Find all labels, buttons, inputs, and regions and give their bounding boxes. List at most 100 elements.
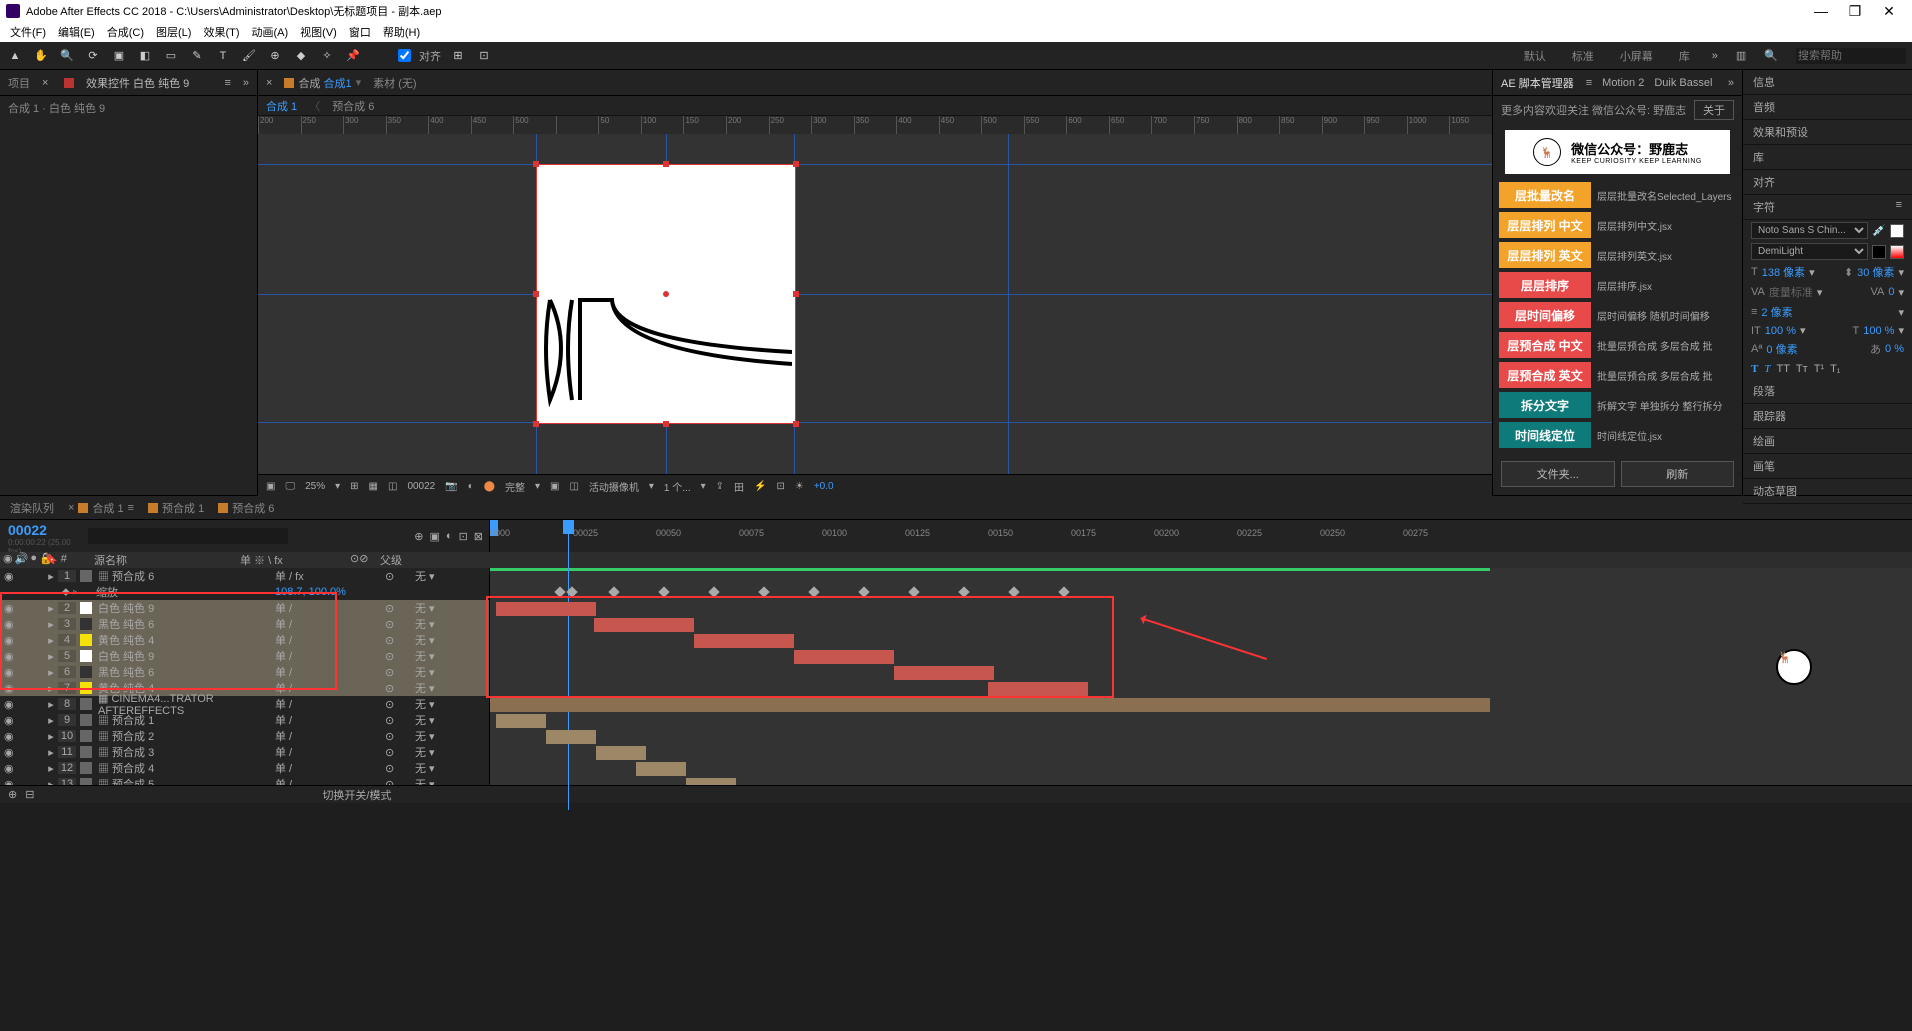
section-info[interactable]: 信息 (1743, 70, 1912, 95)
eraser-tool-icon[interactable]: ◆ (292, 47, 310, 65)
section-brush[interactable]: 画笔 (1743, 454, 1912, 479)
puppet-tool-icon[interactable]: 📌 (344, 47, 362, 65)
panel-icon[interactable]: ▥ (1736, 49, 1746, 62)
section-tracker[interactable]: 跟踪器 (1743, 404, 1912, 429)
timecode-icon[interactable]: ⊡ (776, 481, 784, 492)
font-family-select[interactable]: Noto Sans S Chin... (1751, 222, 1868, 239)
camera-dropdown[interactable]: 活动摄像机 (589, 479, 639, 494)
section-align[interactable]: 对齐 (1743, 170, 1912, 195)
timeline-layer[interactable]: ◉▸1▦ 预合成 6单 / fx⊙无 ▾ (0, 568, 489, 584)
orbit-tool-icon[interactable]: ⟳ (84, 47, 102, 65)
res-icon[interactable]: ▣ (266, 481, 275, 492)
script-row[interactable]: 层层排列 英文层层排列英文.jsx (1499, 240, 1736, 270)
script-row[interactable]: 层预合成 英文批量层预合成 多层合成 批 (1499, 360, 1736, 390)
panel-menu-icon[interactable]: ≡ (224, 77, 230, 89)
channel-icon[interactable]: ◐ (468, 481, 474, 492)
script-row[interactable]: 层批量改名层层批量改名Selected_Layers (1499, 180, 1736, 210)
fast-icon[interactable]: ⚡ (754, 481, 766, 492)
menu-item[interactable]: 窗口 (343, 24, 377, 40)
tl-tool-icon[interactable]: ⊡ (459, 530, 468, 543)
section-paint[interactable]: 绘画 (1743, 429, 1912, 454)
italic-button[interactable]: T (1764, 363, 1770, 375)
zoom-tool-icon[interactable]: 🔍 (58, 47, 76, 65)
menu-item[interactable]: 文件(F) (4, 24, 52, 40)
hscale[interactable]: 100 % (1863, 325, 1894, 337)
timeline-bars[interactable]: 🦌 (490, 568, 1912, 785)
current-frame[interactable]: 00022 (407, 481, 435, 492)
timeline-ruler[interactable]: 0000000250005000075001000012500150001750… (490, 520, 1912, 552)
timeline-layer[interactable]: ◉▸13▦ 预合成 5单 /⊙无 ▾ (0, 776, 489, 785)
script-badge[interactable]: 层预合成 英文 (1499, 362, 1591, 388)
tracking[interactable]: 0 (1888, 286, 1894, 298)
menu-item[interactable]: 帮助(H) (377, 24, 426, 40)
section-paragraph[interactable]: 段落 (1743, 379, 1912, 404)
timeline-layer[interactable]: ◉▸3黑色 纯色 6单 /⊙无 ▾ (0, 616, 489, 632)
script-row[interactable]: 层层排序层层排序.jsx (1499, 270, 1736, 300)
roto-tool-icon[interactable]: ✧ (318, 47, 336, 65)
timeline-layer[interactable]: ◉▸5白色 纯色 9单 /⊙无 ▾ (0, 648, 489, 664)
stroke-swatch[interactable] (1872, 245, 1886, 259)
script-badge[interactable]: 层层排序 (1499, 272, 1591, 298)
breadcrumb-comp[interactable]: 合成 1 (266, 98, 297, 114)
tab-project[interactable]: 项目 (8, 75, 30, 91)
hand-tool-icon[interactable]: ✋ (32, 47, 50, 65)
script-row[interactable]: 拆分文字拆解文字 单独拆分 整行拆分 (1499, 390, 1736, 420)
tab-motion2[interactable]: Motion 2 (1602, 77, 1644, 89)
menu-item[interactable]: 合成(C) (101, 24, 150, 40)
tl-tool-icon[interactable]: ⊠ (474, 530, 483, 543)
section-effects[interactable]: 效果和预设 (1743, 120, 1912, 145)
timeline-layer[interactable]: ◉▸2白色 纯色 9单 /⊙无 ▾ (0, 600, 489, 616)
timeline-layer[interactable]: ◉▸4黄色 纯色 4单 /⊙无 ▾ (0, 632, 489, 648)
font-size[interactable]: 138 像素 (1762, 264, 1805, 280)
rect-tool-icon[interactable]: ▭ (162, 47, 180, 65)
tl-tool-icon[interactable]: ▣ (430, 530, 440, 543)
tsume[interactable]: 0 % (1885, 343, 1904, 355)
menu-item[interactable]: 动画(A) (246, 24, 295, 40)
workspace-standard[interactable]: 标准 (1568, 48, 1598, 64)
property-row[interactable]: ⬥ ▹缩放108.7, 100.0% (0, 584, 489, 600)
script-badge[interactable]: 拆分文字 (1499, 392, 1591, 418)
tab-script-manager[interactable]: AE 脚本管理器 (1501, 75, 1574, 91)
script-badge[interactable]: 层预合成 中文 (1499, 332, 1591, 358)
menu-item[interactable]: 视图(V) (294, 24, 343, 40)
script-row[interactable]: 层预合成 中文批量层预合成 多层合成 批 (1499, 330, 1736, 360)
pixel-icon[interactable]: 田 (734, 479, 744, 494)
section-library[interactable]: 库 (1743, 145, 1912, 170)
mask-icon[interactable]: ◫ (388, 481, 397, 492)
toggle-icon[interactable]: ⊕ (8, 788, 17, 801)
timeline-layer[interactable]: ◉▸8▦ CINEMA4...TRATOR AFTEREFFECTS单 /⊙无 … (0, 696, 489, 712)
folder-button[interactable]: 文件夹... (1501, 461, 1615, 487)
vscale[interactable]: 100 % (1765, 325, 1796, 337)
more-icon[interactable]: » (1728, 77, 1734, 89)
snap-opt2-icon[interactable]: ⊡ (475, 47, 493, 65)
more-icon[interactable]: » (243, 77, 249, 89)
menu-item[interactable]: 效果(T) (197, 24, 245, 40)
tab-comp[interactable]: 合成 合成1 (298, 75, 351, 91)
toggle-icon[interactable]: ⊟ (25, 788, 34, 801)
superscript-button[interactable]: T¹ (1814, 363, 1824, 375)
tab-effect-controls[interactable]: 效果控件 白色 纯色 9 (86, 75, 189, 91)
current-time[interactable]: 00022 (8, 522, 80, 538)
menu-item[interactable]: 图层(L) (150, 24, 197, 40)
stroke-width[interactable]: 2 像素 (1761, 304, 1792, 320)
close-button[interactable]: ✕ (1872, 1, 1906, 21)
script-row[interactable]: 层层排列 中文层层排列中文.jsx (1499, 210, 1736, 240)
breadcrumb-precomp[interactable]: 预合成 6 (332, 98, 374, 114)
pen-tool-icon[interactable]: ✎ (188, 47, 206, 65)
subscript-button[interactable]: T₁ (1830, 363, 1840, 375)
exposure-value[interactable]: +0.0 (814, 481, 834, 492)
share-icon[interactable]: ⇪ (716, 481, 724, 492)
brush-tool-icon[interactable]: 🖌 (240, 47, 258, 65)
bold-button[interactable]: T (1751, 363, 1758, 375)
search-icon[interactable]: 🔍 (1764, 49, 1778, 62)
refresh-button[interactable]: 刷新 (1621, 461, 1735, 487)
menu-item[interactable]: 编辑(E) (52, 24, 101, 40)
tab-precomp6[interactable]: 预合成 6 (218, 500, 274, 516)
exposure-icon[interactable]: ☀ (795, 481, 804, 492)
eyedropper-icon[interactable]: 💉 (1872, 224, 1886, 237)
views-dropdown[interactable]: 1 个... (664, 479, 691, 494)
clone-tool-icon[interactable]: ⊕ (266, 47, 284, 65)
script-row[interactable]: 时间线定位时间线定位.jsx (1499, 420, 1736, 450)
about-button[interactable]: 关于 (1694, 100, 1734, 120)
timeline-layer[interactable]: ◉▸6黑色 纯色 6单 /⊙无 ▾ (0, 664, 489, 680)
